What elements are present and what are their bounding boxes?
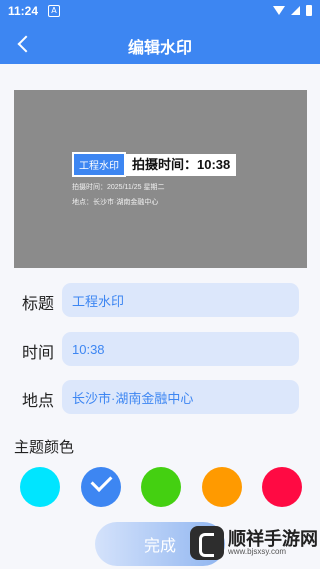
watermark-shoot-line: 拍摄时间：2025/11/25 星期二 — [72, 184, 165, 191]
watermark-preview: 工程水印 拍摄时间：10:38 拍摄时间：2025/11/25 星期二 地点：长… — [14, 90, 307, 268]
status-bar: 11:24 A — [0, 0, 320, 24]
time-row: 时间 — [22, 332, 299, 366]
page-title: 编辑水印 — [127, 40, 192, 57]
wifi-icon — [273, 6, 285, 15]
watermark-location-line: 地点：长沙市·湖南金融中心 — [72, 199, 159, 206]
watermark-header: 工程水印 拍摄时间：10:38 — [72, 152, 237, 177]
color-swatch-green[interactable] — [141, 467, 181, 507]
brand-watermark: 顺祥手游网 www.bjsxsy.com — [190, 525, 318, 561]
title-label: 标题 — [22, 296, 55, 313]
watermark-title: 工程水印 — [72, 152, 126, 177]
notification-a-icon: A — [48, 5, 60, 17]
header: 编辑水印 — [0, 24, 320, 64]
system-icons — [273, 5, 312, 16]
color-swatch-blue[interactable] — [81, 467, 121, 507]
color-swatch-cyan[interactable] — [20, 467, 60, 507]
time-label: 时间 — [22, 345, 55, 362]
watermark-time: 拍摄时间：10:38 — [126, 153, 237, 176]
location-input[interactable] — [62, 380, 299, 414]
location-label: 地点 — [22, 393, 55, 410]
battery-icon — [306, 5, 312, 16]
check-icon — [90, 470, 113, 492]
title-row: 标题 — [22, 283, 299, 317]
color-swatch-orange[interactable] — [202, 467, 242, 507]
location-row: 地点 — [22, 380, 299, 414]
brand-url: www.bjsxsy.com — [228, 547, 287, 556]
brand-logo-icon — [190, 526, 224, 560]
status-time: 11:24 — [8, 4, 39, 18]
brand-name: 顺祥手游网 — [228, 529, 318, 549]
time-input[interactable] — [62, 332, 299, 366]
signal-icon — [291, 6, 300, 15]
theme-color-label: 主题颜色 — [14, 439, 75, 456]
title-input[interactable] — [62, 283, 299, 317]
watermark: 工程水印 拍摄时间：10:38 拍摄时间：2025/11/25 星期二 地点：长… — [72, 152, 237, 207]
color-swatch-red[interactable] — [262, 467, 302, 507]
